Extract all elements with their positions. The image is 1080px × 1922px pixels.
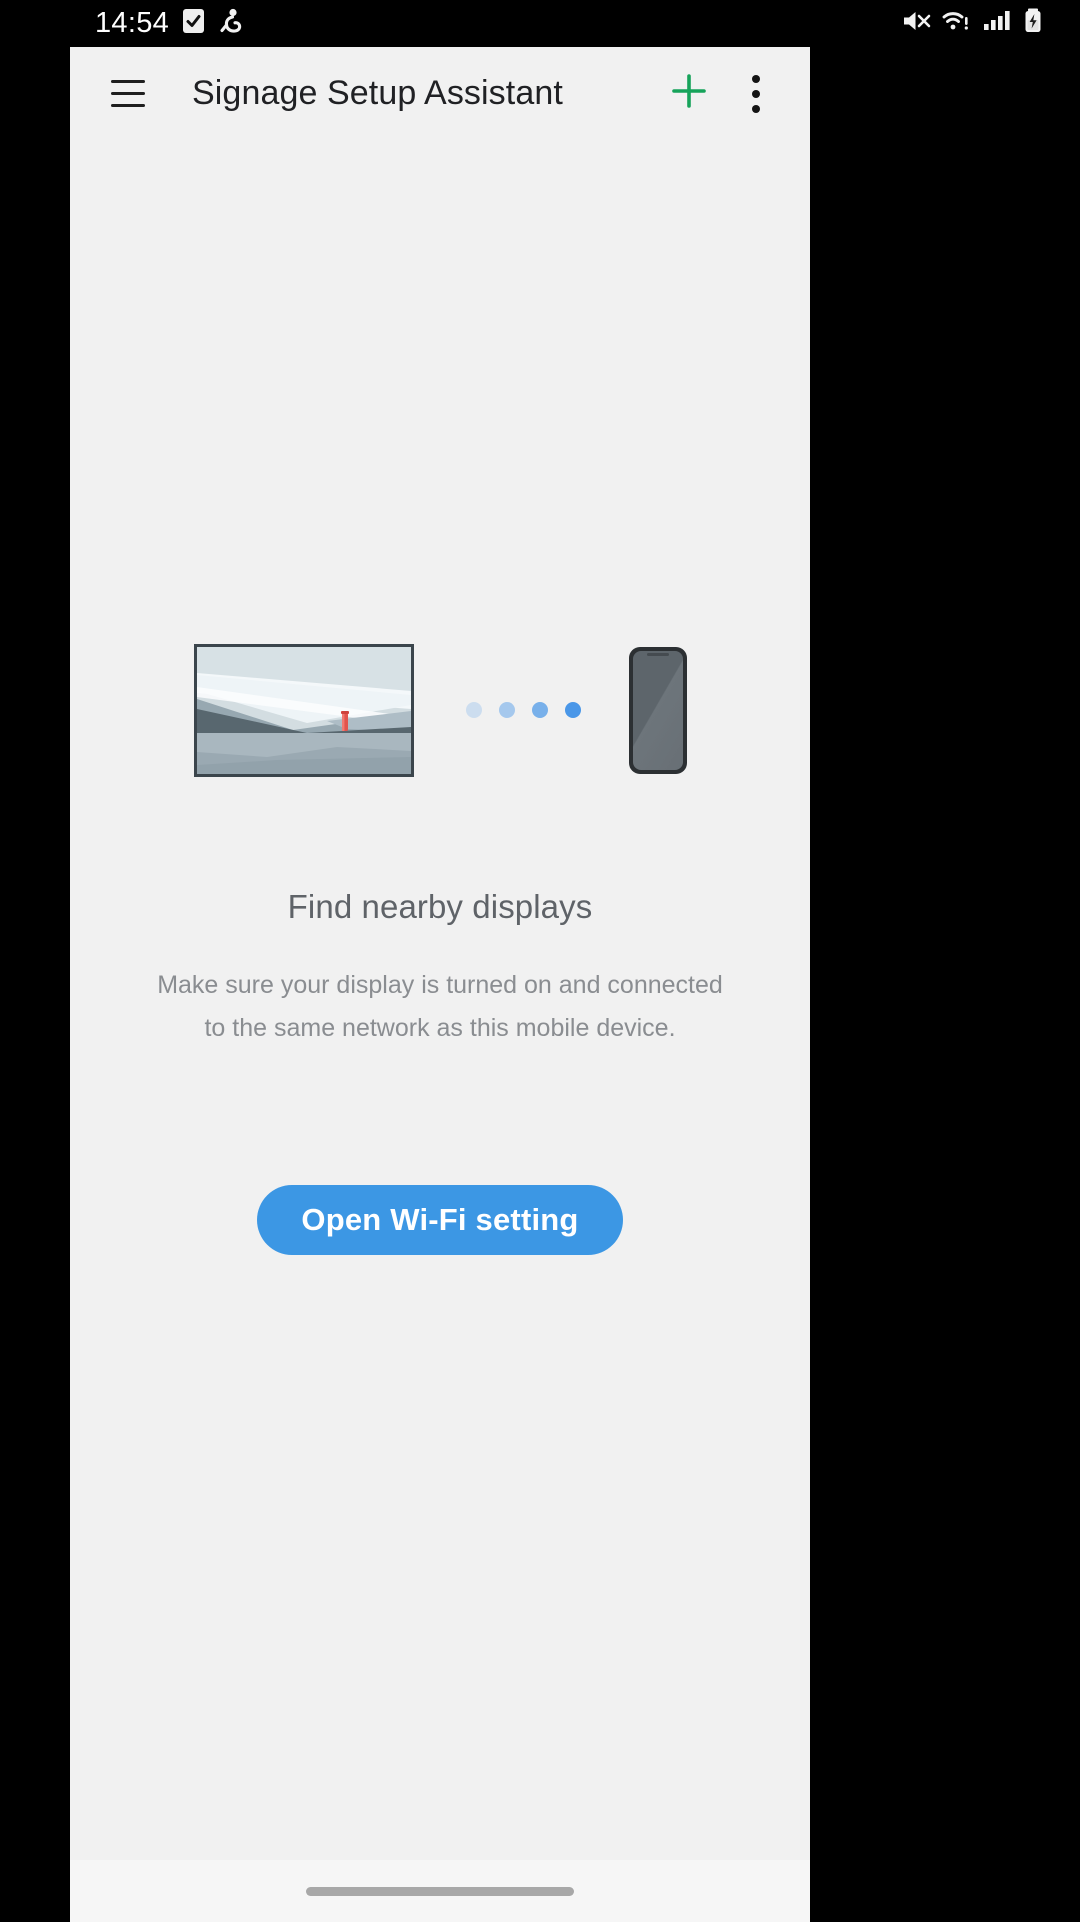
hamburger-line [111, 92, 145, 95]
more-options-button[interactable] [728, 63, 784, 125]
hamburger-menu-icon[interactable] [100, 66, 156, 122]
mute-icon [901, 7, 932, 40]
signal-bars-icon [983, 7, 1013, 40]
description-text: Make sure your display is turned on and … [157, 971, 723, 1042]
status-bar: 14:54 [0, 0, 1080, 47]
status-bar-clock: 14:54 [95, 7, 170, 39]
checkbox-checked-icon [182, 7, 205, 40]
app-surface: Signage Setup Assistant Find nearby disp… [70, 47, 810, 1922]
app-bar: Signage Setup Assistant [70, 47, 810, 140]
hamburger-line [111, 80, 145, 83]
hamburger-line [111, 104, 145, 107]
more-vertical-icon-dot [752, 104, 760, 113]
primary-action-area: Open Wi-Fi setting [70, 1185, 810, 1255]
main-content: Find nearby displays Make sure your disp… [70, 140, 810, 1922]
connection-dot [531, 702, 548, 718]
status-bar-left: 14:54 [95, 7, 244, 40]
headline-text: Find nearby displays [287, 888, 593, 925]
phone-device-frame: 14:54 Signage Setup Assistant Find nearb… [0, 0, 1080, 1922]
home-gesture-bar[interactable] [306, 1886, 574, 1896]
more-vertical-icon-dot [752, 74, 760, 83]
navigation-bar [70, 1860, 810, 1922]
mobile-phone-icon [628, 646, 687, 774]
status-bar-right [901, 7, 1052, 40]
person-activity-icon [218, 7, 244, 40]
page-title: Signage Setup Assistant [192, 74, 563, 112]
add-button[interactable] [658, 63, 720, 125]
tv-display-icon [193, 643, 414, 777]
phone-screen [632, 650, 683, 770]
connection-dots [465, 702, 581, 718]
connection-dot [564, 702, 581, 718]
plus-icon [667, 69, 711, 118]
connection-dot [498, 702, 515, 718]
wifi-warning-icon [941, 7, 974, 40]
open-wifi-setting-button[interactable]: Open Wi-Fi setting [257, 1185, 623, 1255]
phone-notch [646, 652, 669, 656]
battery-charging-icon [1022, 7, 1046, 40]
more-vertical-icon-dot [752, 89, 760, 98]
pairing-illustration [70, 620, 810, 800]
connection-dot [465, 702, 482, 718]
